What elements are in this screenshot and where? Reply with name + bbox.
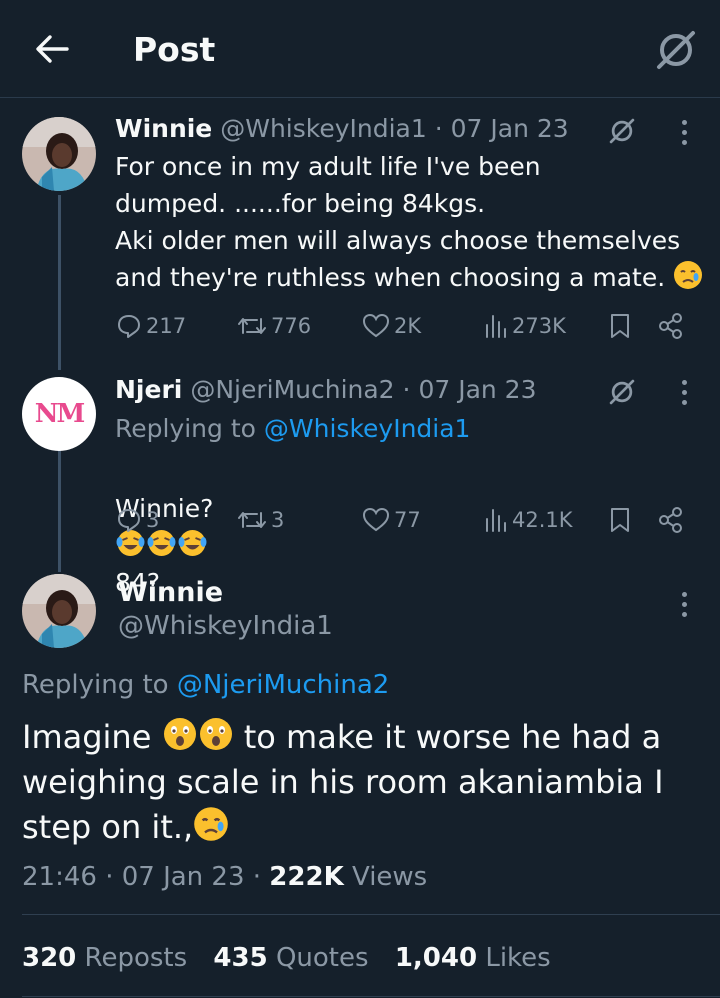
share-button[interactable] [656,505,686,535]
bookmark-icon [611,314,629,338]
mention-link[interactable]: @NjeriMuchina2 [177,670,389,700]
share-button[interactable] [656,311,686,341]
like-button[interactable]: 77 [362,507,421,533]
avatar[interactable] [22,574,96,648]
handle[interactable]: @WhiskeyIndia1 [220,114,427,143]
grok-icon [609,118,635,144]
reply-icon [118,315,140,338]
reply-button[interactable]: 3 [116,507,159,533]
sad-relieved-emoji-icon [674,261,703,289]
page-title: Post [133,30,216,69]
like-button[interactable]: 2K [362,313,421,339]
divider [22,914,720,915]
bookmark-button[interactable] [606,311,634,341]
reply-button[interactable]: 217 [116,313,186,339]
back-button[interactable] [30,27,74,71]
views-button[interactable]: 273K [484,313,566,339]
display-name[interactable]: Njeri [115,375,182,404]
grok-icon [609,379,635,405]
grok-icon [657,31,695,69]
avatar-photo [22,117,96,191]
post-time[interactable]: 21:46 · 07 Jan 23 · [22,862,261,892]
heart-icon [362,507,390,532]
divider [22,996,720,997]
thread-connector [58,195,61,370]
repost-icon [238,318,266,334]
repost-count: 776 [271,314,312,338]
avatar-photo [22,574,96,648]
handle[interactable]: @WhiskeyIndia1 [118,610,333,642]
more-options-button[interactable] [672,584,696,624]
like-count: 2K [394,314,422,338]
top-bar: Post [0,0,720,98]
views-button[interactable]: 42.1K [484,507,573,533]
post-meta: 21:46 · 07 Jan 23 · 222K Views [22,860,427,894]
replying-to: Replying to @NjeriMuchina2 [22,670,390,700]
repost-icon [238,512,266,528]
thread-connector [58,450,61,572]
bookmark-icon [611,508,629,532]
back-arrow-icon [36,35,69,63]
like-count: 77 [394,508,421,532]
tweet-header: Winnie @WhiskeyIndia1 · 07 Jan 23 [115,114,569,144]
grok-button[interactable] [604,113,640,149]
repost-button[interactable]: 776 [237,313,311,339]
more-options-button[interactable] [672,112,696,152]
repost-button[interactable]: 3 [237,507,284,533]
display-name[interactable]: Winnie [115,114,212,143]
reposts-stat[interactable]: 320 Reposts [22,943,205,973]
tweet-text: Imagine to make it worse he had a weighi… [22,718,664,846]
views-chart-icon [486,509,506,532]
likes-stat[interactable]: 1,040 Likes [395,943,569,973]
display-name[interactable]: Winnie [118,577,223,609]
share-icon [659,507,682,533]
tweet-header: Njeri @NjeriMuchina2 · 07 Jan 23 [115,375,537,405]
astonished-emoji-icon [199,718,232,750]
reply-icon [118,509,140,532]
reply-count: 217 [146,314,187,338]
avatar[interactable]: NM [22,377,96,451]
timestamp[interactable]: · 07 Jan 23 [403,375,537,404]
views-count: 222K [269,862,344,892]
sad-relieved-emoji-icon [194,807,229,841]
avatar-monogram: NM [34,399,86,429]
views-chart-icon [486,315,506,338]
reply-count: 3 [146,508,160,532]
laughing-tears-emoji-icon [178,530,207,556]
views-count: 42.1K [512,508,573,532]
quotes-stat[interactable]: 435 Quotes [213,943,386,973]
heart-icon [362,313,390,338]
share-icon [659,313,682,339]
tweet-text: For once in my adult life I've been dump… [115,148,705,296]
astonished-emoji-icon [163,718,196,750]
repost-count: 3 [271,508,285,532]
mention-link[interactable]: @WhiskeyIndia1 [264,414,471,443]
grok-button[interactable] [604,374,640,410]
timestamp[interactable]: · 07 Jan 23 [435,114,569,143]
replying-to: Replying to @WhiskeyIndia1 [115,414,471,443]
bookmark-button[interactable] [606,505,634,535]
views-count: 273K [512,314,566,338]
views-label: Views [351,862,428,892]
handle[interactable]: @NjeriMuchina2 [190,375,394,404]
more-options-button[interactable] [672,372,696,412]
engagement-stats: 320 Reposts 435 Quotes 1,040 Likes [22,940,569,976]
avatar[interactable] [22,117,96,191]
grok-button[interactable] [652,26,700,74]
